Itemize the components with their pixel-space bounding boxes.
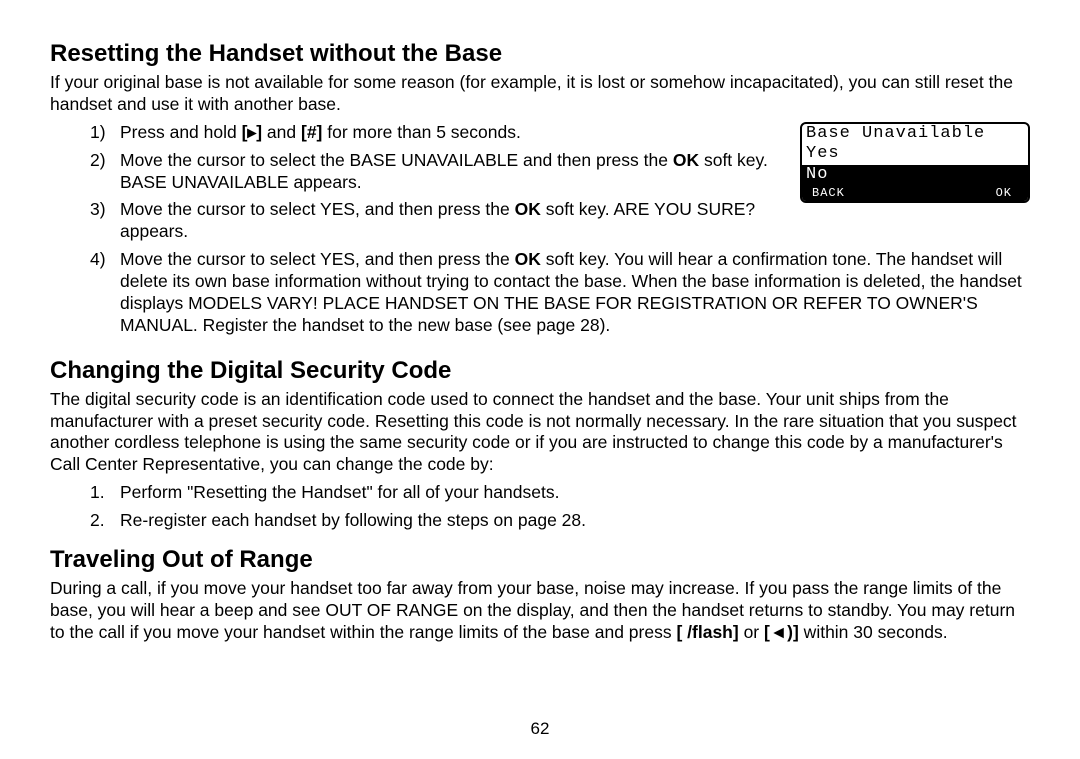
step-number: 2. xyxy=(90,510,105,532)
heading-out-of-range: Traveling Out of Range xyxy=(50,546,1030,574)
intro-security-code: The digital security code is an identifi… xyxy=(50,389,1030,477)
nav-key-icon: [▸] xyxy=(242,122,262,144)
step-number: 1. xyxy=(90,482,105,504)
ok-label: OK xyxy=(673,150,699,170)
step-1: 1. Perform "Resetting the Handset" for a… xyxy=(90,482,1030,504)
body-text: or xyxy=(739,622,764,642)
step-text: Move the cursor to select YES, and then … xyxy=(120,199,515,219)
step-number: 3) xyxy=(90,199,106,221)
speaker-key-icon: [◄)] xyxy=(764,622,799,644)
step-2: 2. Re-register each handset by following… xyxy=(90,510,1030,532)
heading-security-code: Changing the Digital Security Code xyxy=(50,357,1030,385)
step-2: 2) Move the cursor to select the BASE UN… xyxy=(90,150,1030,194)
section2-step-list: 1. Perform "Resetting the Handset" for a… xyxy=(50,482,1030,532)
ok-label: OK xyxy=(515,249,541,269)
section1-step-list: 1) Press and hold [▸] and [#] for more t… xyxy=(50,122,1030,337)
step-4: 4) Move the cursor to select YES, and th… xyxy=(90,249,1030,337)
step-text: Re-register each handset by following th… xyxy=(120,510,586,530)
body-text: within 30 seconds. xyxy=(799,622,948,642)
body-out-of-range: During a call, if you move your handset … xyxy=(50,578,1030,644)
intro-resetting: If your original base is not available f… xyxy=(50,72,1030,116)
talk-flash-key-icon: [ /flash] xyxy=(676,622,738,644)
step-text: Press and hold xyxy=(120,122,242,142)
step-number: 1) xyxy=(90,122,106,144)
ok-label: OK xyxy=(515,199,541,219)
step-1: 1) Press and hold [▸] and [#] for more t… xyxy=(90,122,1030,144)
step-3: 3) Move the cursor to select YES, and th… xyxy=(90,199,1030,243)
step-number: 2) xyxy=(90,150,106,172)
hash-key-icon: [#] xyxy=(301,122,322,144)
step-text: Perform "Resetting the Handset" for all … xyxy=(120,482,559,502)
step-number: 4) xyxy=(90,249,106,271)
heading-resetting: Resetting the Handset without the Base xyxy=(50,40,1030,68)
page-number: 62 xyxy=(0,719,1080,739)
step-text: for more than 5 seconds. xyxy=(322,122,520,142)
step-text: Move the cursor to select YES, and then … xyxy=(120,249,515,269)
section1-steps-and-figure: Base Unavailable Yes No BACK OK 1) Press… xyxy=(50,122,1030,343)
step-text: Move the cursor to select the BASE UNAVA… xyxy=(120,150,673,170)
step-text: and xyxy=(262,122,301,142)
